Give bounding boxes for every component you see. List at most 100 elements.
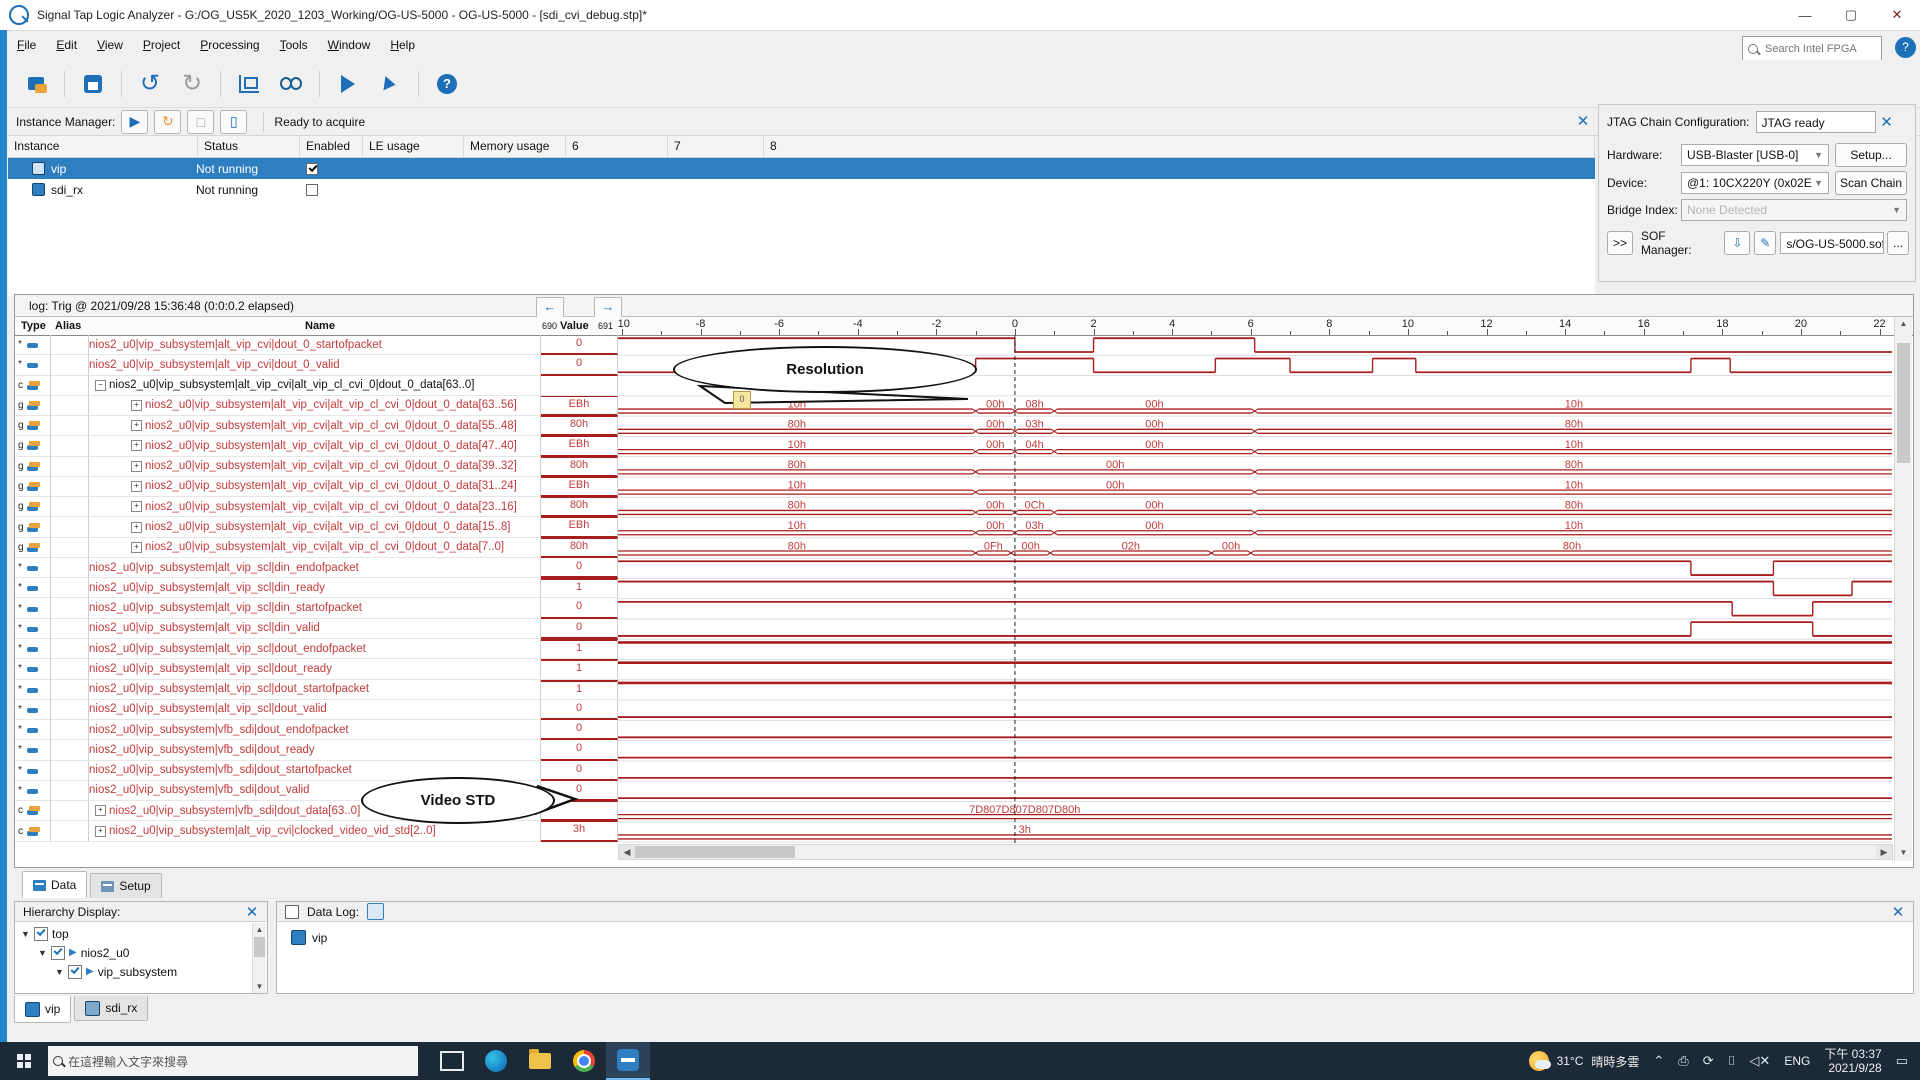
horizontal-scroll-thumb[interactable]	[635, 846, 795, 858]
device-select[interactable]: @1: 10CX220Y (0x02E ▼	[1681, 172, 1829, 194]
data-log-icon[interactable]	[367, 903, 385, 920]
expand-icon[interactable]: +	[95, 805, 106, 817]
log-entry-label[interactable]: vip	[312, 931, 327, 945]
tab-sdi-rx[interactable]: sdi_rx	[74, 996, 149, 1021]
tab-vip[interactable]: vip	[14, 996, 72, 1023]
scroll-right-icon[interactable]: ▶	[1876, 845, 1892, 859]
expand-panel-button[interactable]: >>	[1607, 231, 1633, 255]
close-button[interactable]: ✕	[1874, 1, 1920, 30]
tree-expander-icon[interactable]: ▼	[38, 948, 47, 958]
signal-row[interactable]: * nios2_u0|vip_subsystem|alt_vip_scl|din_…	[15, 598, 618, 619]
signal-name-cell[interactable]: nios2_u0|vip_subsystem|alt_vip_scl|dout_…	[89, 659, 541, 680]
taskbar-search-box[interactable]: 在這裡輸入文字來搜尋	[48, 1046, 418, 1076]
tree-expander-icon[interactable]: ▼	[55, 967, 64, 977]
run-analysis-button[interactable]: ▶	[121, 109, 149, 134]
signal-name-cell[interactable]: nios2_u0|vip_subsystem|alt_vip_scl|din_s…	[89, 598, 541, 619]
signal-name-cell[interactable]: nios2_u0|vip_subsystem|vfb_sdi|dout_read…	[89, 740, 541, 761]
signal-name-cell[interactable]: nios2_u0|vip_subsystem|alt_vip_scl|din_e…	[89, 557, 541, 579]
column-6[interactable]: 6	[566, 136, 668, 157]
signal-row[interactable]: * nios2_u0|vip_subsystem|vfb_sdi|dout_rea…	[15, 740, 618, 761]
column-8[interactable]: 8	[764, 136, 1595, 157]
column-instance[interactable]: Instance	[8, 136, 198, 157]
expand-icon[interactable]: +	[131, 521, 142, 533]
autorun-analysis-icon[interactable]	[376, 70, 404, 98]
horizontal-scrollbar[interactable]: ◀ ▶	[618, 844, 1893, 860]
expand-icon[interactable]: +	[131, 501, 142, 513]
expand-icon[interactable]: +	[131, 541, 142, 553]
column-enabled[interactable]: Enabled	[300, 136, 363, 157]
scan-chain-button[interactable]: Scan Chain	[1835, 171, 1907, 195]
column-le-usage[interactable]: LE usage	[363, 136, 464, 157]
new-window-icon[interactable]	[22, 70, 50, 98]
intel-search-box[interactable]	[1742, 36, 1882, 61]
quartus-button[interactable]	[606, 1042, 650, 1080]
expand-icon[interactable]: +	[131, 440, 142, 452]
browse-sof-button[interactable]: ...	[1887, 231, 1910, 255]
signal-name-cell[interactable]: + nios2_u0|vip_subsystem|alt_vip_cvi|alt_…	[89, 537, 541, 558]
signal-name-cell[interactable]: + nios2_u0|vip_subsystem|alt_vip_cvi|alt_…	[89, 456, 541, 477]
hardware-setup-icon[interactable]	[235, 70, 263, 98]
signal-row[interactable]: g + nios2_u0|vip_subsystem|alt_vip_cvi|alt…	[15, 476, 618, 498]
signal-row[interactable]: * nios2_u0|vip_subsystem|vfb_sdi|dout_end…	[15, 720, 618, 741]
enabled-checkbox[interactable]	[306, 183, 318, 196]
signal-row[interactable]: * nios2_u0|vip_subsystem|alt_vip_scl|dout…	[15, 659, 618, 680]
menu-edit[interactable]: Edit	[47, 34, 86, 56]
jtag-close-icon[interactable]: ✕	[1876, 113, 1898, 131]
signal-name-cell[interactable]: + nios2_u0|vip_subsystem|alt_vip_cvi|alt_…	[89, 416, 541, 437]
edge-button[interactable]	[474, 1042, 518, 1080]
column-memory-usage[interactable]: Memory usage	[464, 136, 566, 157]
hierarchy-scroll-up-icon[interactable]: ▲	[253, 923, 266, 936]
scroll-down-icon[interactable]: ▼	[1897, 846, 1910, 859]
search-input[interactable]	[1763, 41, 1879, 56]
weather-widget[interactable]: 31°C 晴時多雲	[1528, 1051, 1639, 1071]
instance-row-sdi_rx[interactable]: sdi_rx Not running	[8, 179, 1595, 200]
collapse-icon[interactable]: −	[95, 379, 106, 391]
signal-name-cell[interactable]: nios2_u0|vip_subsystem|alt_vip_scl|din_r…	[89, 578, 541, 599]
signal-name-cell[interactable]: + nios2_u0|vip_subsystem|alt_vip_cvi|alt_…	[89, 517, 541, 538]
prev-data-button[interactable]: ←	[536, 297, 564, 318]
signal-row[interactable]: * nios2_u0|vip_subsystem|alt_vip_scl|dout…	[15, 638, 618, 660]
hierarchy-close-icon[interactable]: ✕	[241, 903, 263, 921]
signal-row[interactable]: g + nios2_u0|vip_subsystem|alt_vip_cvi|alt…	[15, 416, 618, 437]
menu-tools[interactable]: Tools	[271, 34, 317, 56]
tab-data[interactable]: Data	[22, 871, 88, 898]
scroll-up-icon[interactable]: ▲	[1897, 317, 1910, 330]
tree-expander-icon[interactable]: ▼	[21, 929, 30, 939]
expand-icon[interactable]: +	[131, 480, 142, 492]
signal-row[interactable]: * nios2_u0|vip_subsystem|alt_vip_cvi|dout…	[15, 355, 618, 376]
signal-row[interactable]: * nios2_u0|vip_subsystem|vfb_sdi|dout_sta…	[15, 760, 618, 781]
vertical-scrollbar[interactable]: ▲ ▼	[1894, 317, 1912, 861]
hierarchy-item-top[interactable]: ▼ top	[21, 924, 267, 943]
signal-name-cell[interactable]: + nios2_u0|vip_subsystem|alt_vip_cvi|alt_…	[89, 436, 541, 457]
vertical-scroll-thumb[interactable]	[1897, 343, 1910, 463]
hierarchy-scrollbar[interactable]: ▲ ▼	[252, 923, 266, 993]
signal-row[interactable]: * nios2_u0|vip_subsystem|alt_vip_scl|dout…	[15, 699, 618, 721]
signal-name-cell[interactable]: nios2_u0|vip_subsystem|alt_vip_scl|dout_…	[89, 699, 541, 721]
program-device-icon[interactable]: ⇩	[1724, 231, 1751, 255]
hierarchy-checkbox[interactable]	[51, 945, 65, 960]
expand-icon[interactable]: +	[131, 460, 142, 472]
signal-row[interactable]: g + nios2_u0|vip_subsystem|alt_vip_cvi|alt…	[15, 517, 618, 538]
save-icon[interactable]	[79, 70, 107, 98]
undo-icon[interactable]: ↺	[136, 70, 164, 98]
hierarchy-checkbox[interactable]	[34, 926, 48, 941]
instance-panel-close-icon[interactable]: ✕	[1572, 112, 1594, 130]
minimize-button[interactable]: —	[1782, 1, 1828, 30]
column-status[interactable]: Status	[198, 136, 300, 157]
signal-name-cell[interactable]: nios2_u0|vip_subsystem|alt_vip_scl|dout_…	[89, 679, 541, 700]
hierarchy-item-vip_subsystem[interactable]: ▼ ▶ vip_subsystem	[21, 962, 267, 981]
next-data-button[interactable]: →	[594, 297, 622, 318]
menu-file[interactable]: File	[8, 34, 45, 56]
stop-button[interactable]: □	[187, 109, 215, 134]
speaker-muted-icon[interactable]: ◁✕	[1749, 1053, 1770, 1069]
signal-row[interactable]: * nios2_u0|vip_subsystem|alt_vip_scl|din_…	[15, 618, 618, 639]
sync-icon[interactable]: ⟳	[1703, 1053, 1714, 1069]
find-icon[interactable]	[277, 70, 305, 98]
redo-icon[interactable]: ↻	[178, 70, 206, 98]
signal-row[interactable]: g + nios2_u0|vip_subsystem|alt_vip_cvi|alt…	[15, 537, 618, 558]
menu-processing[interactable]: Processing	[191, 34, 268, 56]
expand-icon[interactable]: +	[131, 420, 142, 432]
data-log-close-icon[interactable]: ✕	[1887, 903, 1909, 921]
signal-row[interactable]: * nios2_u0|vip_subsystem|alt_vip_scl|din_…	[15, 557, 618, 579]
hardware-select[interactable]: USB-Blaster [USB-0] ▼	[1681, 144, 1829, 166]
